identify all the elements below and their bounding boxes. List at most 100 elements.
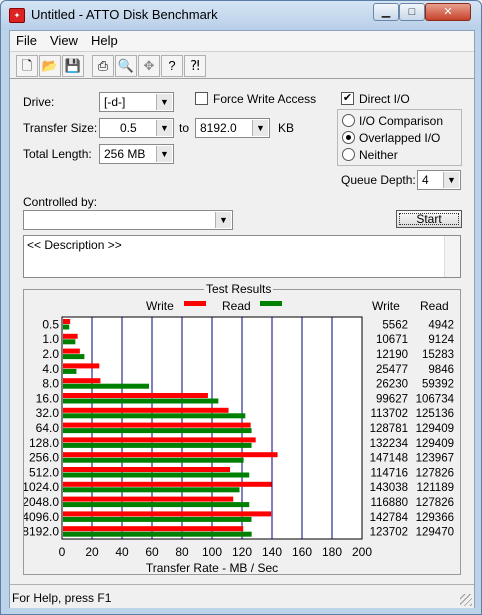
write-bar	[63, 526, 244, 532]
force-write-checkbox[interactable]	[195, 92, 208, 105]
x-tick-label: 200	[352, 545, 372, 559]
read-bar	[63, 516, 252, 522]
overlapped-io-label: Overlapped I/O	[359, 131, 441, 145]
write-value: 132234	[370, 438, 409, 450]
x-tick-label: 40	[115, 545, 129, 559]
write-bar	[63, 319, 71, 324]
menu-bar: File View Help	[10, 31, 474, 51]
queue-depth-select[interactable]: 4 ▼	[417, 170, 461, 190]
y-tick-label: 512.0	[29, 465, 59, 479]
read-bar	[63, 472, 250, 478]
read-value: 127826	[416, 497, 454, 509]
atto-app-icon: ✦	[9, 8, 25, 23]
x-tick-label: 160	[292, 545, 312, 559]
write-bar	[63, 481, 272, 487]
write-value: 10671	[376, 334, 408, 346]
read-bar	[63, 398, 219, 404]
read-value: 4942	[428, 319, 454, 331]
minimize-button[interactable]: ▁	[373, 3, 399, 21]
x-tick-label: 120	[232, 545, 252, 559]
context-help-icon[interactable]: ⁈	[184, 55, 206, 77]
neither-radio[interactable]	[342, 148, 355, 161]
read-value: 129366	[416, 512, 454, 524]
read-value: 59392	[422, 379, 454, 391]
print-icon[interactable]: ⎙	[92, 55, 114, 77]
io-comparison-radio[interactable]	[342, 114, 355, 127]
x-tick-label: 80	[175, 545, 189, 559]
read-value: 129409	[416, 423, 454, 435]
read-bar	[63, 354, 85, 360]
queue-depth-label: Queue Depth:	[341, 173, 416, 187]
read-bar	[63, 324, 70, 330]
status-text: For Help, press F1	[12, 591, 112, 605]
test-results-title: Test Results	[204, 282, 274, 296]
transfer-size-label: Transfer Size:	[23, 121, 98, 135]
read-value: 129409	[416, 438, 454, 450]
write-value: 12190	[376, 349, 408, 361]
write-value: 123702	[370, 527, 408, 539]
write-value: 147148	[370, 453, 408, 465]
x-tick-label: 140	[262, 545, 282, 559]
write-bar	[63, 437, 256, 443]
drive-select[interactable]: [-d-] ▼	[99, 92, 174, 112]
controlled-by-label: Controlled by:	[23, 195, 98, 209]
write-value: 142784	[370, 512, 409, 524]
write-value: 25477	[376, 364, 408, 376]
y-tick-label: 64.0	[36, 421, 60, 435]
open-icon[interactable]: 📂	[39, 55, 61, 77]
menu-file[interactable]: File	[16, 33, 37, 48]
print-preview-icon[interactable]: 🔍	[115, 55, 137, 77]
read-bar	[63, 502, 250, 508]
save-icon[interactable]: 💾	[62, 55, 84, 77]
maximize-button[interactable]: □	[399, 3, 425, 21]
window-title: Untitled - ATTO Disk Benchmark	[31, 7, 218, 22]
title-bar[interactable]: ✦ Untitled - ATTO Disk Benchmark ▁ □ ✕	[1, 1, 481, 30]
close-button[interactable]: ✕	[425, 3, 471, 21]
description-scrollbar[interactable]	[444, 236, 460, 277]
menu-view[interactable]: View	[50, 33, 78, 48]
legend-read-swatch	[260, 301, 282, 306]
write-value: 143038	[370, 482, 408, 494]
direct-io-label: Direct I/O	[359, 92, 410, 106]
write-value: 113702	[370, 408, 408, 420]
write-bar	[63, 393, 208, 398]
read-value: 125136	[416, 408, 454, 420]
write-value: 116880	[370, 497, 408, 509]
write-bar	[63, 422, 251, 428]
read-column-header: Read	[420, 299, 449, 313]
legend-write-label: Write	[146, 299, 174, 313]
total-length-select[interactable]: 256 MB ▼	[99, 144, 174, 164]
controlled-by-select[interactable]: ▼	[23, 210, 233, 230]
description-box[interactable]: << Description >>	[23, 235, 461, 278]
read-bar	[63, 413, 246, 419]
transfer-from-select[interactable]: 0.5 ▼	[99, 118, 174, 138]
start-button[interactable]: Start	[396, 210, 462, 228]
write-value: 26230	[376, 379, 408, 391]
y-tick-label: 128.0	[29, 436, 59, 450]
description-text: << Description >>	[27, 238, 122, 252]
client-area: File View Help 🗋 📂 💾 ⎙ 🔍 ✥ ? ⁈ Drive: [-…	[9, 30, 475, 608]
write-column-header: Write	[372, 299, 400, 313]
read-value: 15283	[422, 349, 454, 361]
menu-help[interactable]: Help	[91, 33, 118, 48]
y-tick-label: 1.0	[42, 332, 59, 346]
y-tick-label: 4.0	[42, 362, 59, 376]
resize-grip-icon[interactable]	[460, 594, 472, 606]
total-length-label: Total Length:	[23, 147, 92, 161]
app-window: ✦ Untitled - ATTO Disk Benchmark ▁ □ ✕ F…	[0, 0, 482, 615]
transfer-to-select[interactable]: 8192.0 ▼	[195, 118, 270, 138]
neither-label: Neither	[359, 148, 398, 162]
new-icon[interactable]: 🗋	[16, 55, 38, 77]
y-tick-label: 1024.0	[24, 480, 59, 494]
y-tick-label: 8192.0	[24, 525, 59, 539]
overlapped-io-radio[interactable]	[342, 131, 355, 144]
direct-io-checkbox[interactable]: ✔	[341, 92, 354, 105]
move-icon[interactable]: ✥	[138, 55, 160, 77]
read-value: 9124	[428, 334, 454, 346]
chevron-down-icon: ▼	[156, 120, 172, 136]
read-value: 106734	[416, 393, 455, 405]
read-value: 9846	[428, 364, 454, 376]
status-bar: For Help, press F1	[10, 584, 474, 608]
chevron-down-icon: ▼	[443, 172, 459, 188]
help-icon[interactable]: ?	[161, 55, 183, 77]
